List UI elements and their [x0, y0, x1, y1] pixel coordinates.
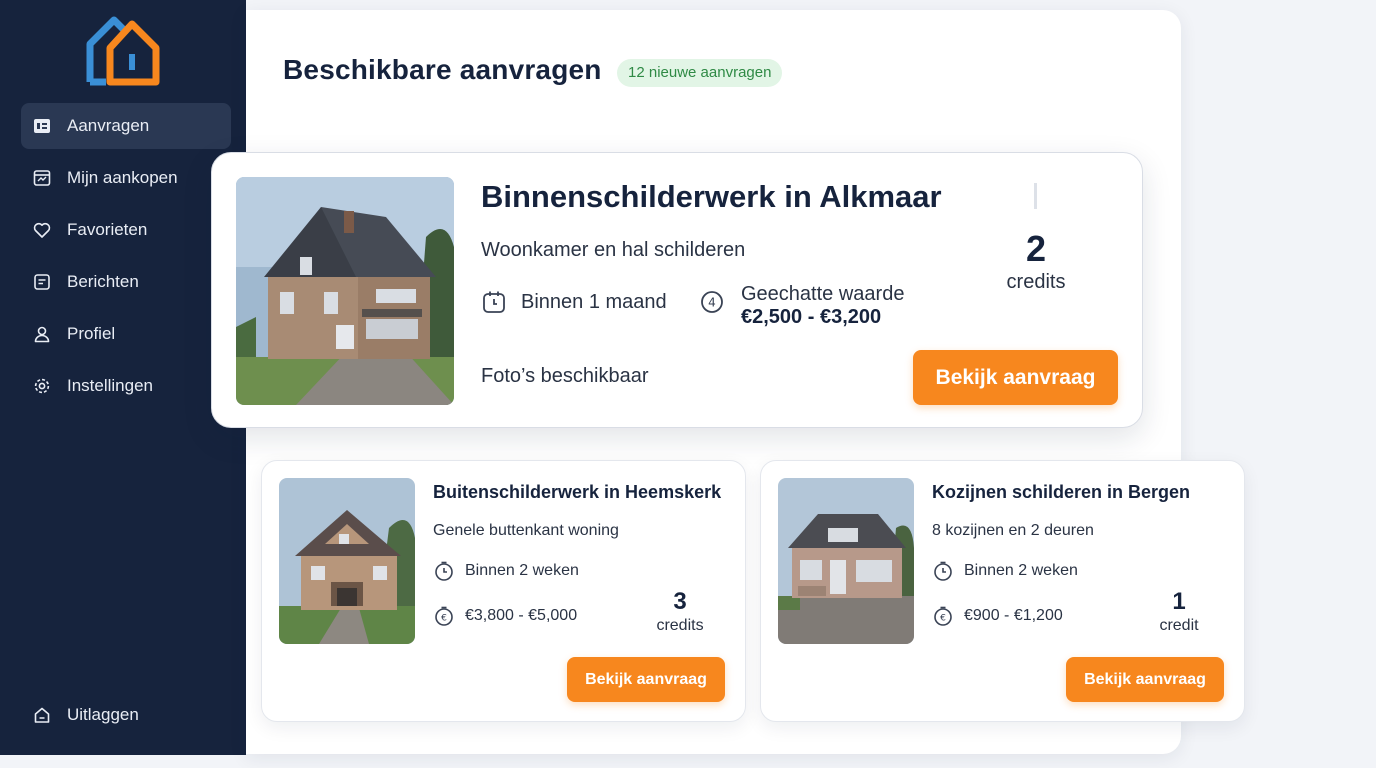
logout-button[interactable]: Uitlaggen: [21, 692, 231, 738]
card-timeframe: Binnen 2 weken: [932, 560, 1078, 582]
sidebar-item-aanvragen[interactable]: Aanvragen: [21, 103, 231, 149]
view-request-button[interactable]: Bekijk aanvraag: [1066, 657, 1224, 702]
credits-number: 2: [1025, 228, 1047, 269]
clock-icon: [433, 560, 455, 582]
new-requests-badge: 12 nieuwe aanvragen: [617, 59, 783, 87]
featured-subtitle: Woonkamer en hal schilderen: [481, 239, 746, 261]
sidebar-item-label: Profiel: [67, 324, 116, 343]
featured-timeframe-label: Binnen 1 maand: [521, 290, 667, 313]
sidebar-item-favorieten[interactable]: Favorieten: [21, 207, 231, 253]
featured-estimated-value: 4 Geechatte waarde €2,500 - €3,200: [699, 283, 904, 329]
sidebar-item-instellingen[interactable]: Instellingen: [21, 363, 231, 409]
card-title: Kozijnen schilderen in Bergen: [932, 482, 1191, 502]
house-photo: [236, 177, 454, 405]
credits-number: 3: [673, 588, 687, 615]
requests-icon: [33, 117, 51, 135]
calendar-clock-icon: [481, 289, 507, 315]
logout-section: Uitlaggen: [21, 692, 231, 744]
request-card-heemskerk[interactable]: Buitenschilderwerk in Heemskerk Genele b…: [261, 460, 746, 722]
card-subtitle: 8 kozijnen en 2 deuren: [932, 522, 1094, 539]
featured-value-text: Geechatte waarde €2,500 - €3,200: [741, 283, 904, 329]
featured-value-amount: €2,500 - €3,200: [741, 306, 882, 328]
card-timeframe-label: Binnen 2 weken: [964, 562, 1078, 579]
card-subtitle: Genele buttenkant woning: [433, 522, 619, 539]
app: Aanvragen Mijn aankopen Favorieten Beric…: [0, 0, 1376, 768]
sidebar-item-profiel[interactable]: Profiel: [21, 311, 231, 357]
featured-photos-note: Foto’s beschikbaar: [481, 365, 649, 387]
request-card-bergen[interactable]: Kozijnen schilderen in Bergen 8 kozijnen…: [760, 460, 1245, 722]
sidebar-item-label: Favorieten: [67, 220, 148, 239]
sidebar-item-mijn-aankopen[interactable]: Mijn aankopen: [21, 155, 231, 201]
featured-timeframe: Binnen 1 maand: [481, 289, 667, 315]
sidebar-nav: Aanvragen Mijn aankopen Favorieten Beric…: [21, 103, 231, 415]
svg-text:€: €: [441, 614, 447, 624]
clock-icon: [932, 560, 954, 582]
divider: [1034, 183, 1037, 209]
sidebar: Aanvragen Mijn aankopen Favorieten Beric…: [0, 0, 246, 755]
logout-icon: [33, 706, 51, 724]
coin-icon: 4: [699, 289, 725, 315]
user-icon: [33, 325, 51, 343]
card-credits: 1 credit: [1129, 587, 1229, 635]
view-request-button[interactable]: Bekijk aanvraag: [913, 350, 1118, 405]
sidebar-item-label: Berichten: [67, 272, 139, 291]
coin-icon: €: [932, 605, 954, 627]
featured-request-card[interactable]: Binnenschilderwerk in Alkmaar Woonkamer …: [211, 152, 1143, 428]
house-photo: [778, 478, 914, 644]
credits-number: 1: [1172, 588, 1186, 615]
credits-label: credits: [656, 617, 704, 634]
featured-title: Binnenschilderwerk in Alkmaar: [481, 179, 942, 214]
purchases-icon: [33, 169, 51, 187]
credits-label: credit: [1159, 617, 1199, 634]
sidebar-item-label: Mijn aankopen: [67, 168, 178, 187]
sidebar-item-label: Instellingen: [67, 376, 154, 395]
card-price: € €3,800 - €5,000: [433, 605, 577, 627]
card-price-label: €3,800 - €5,000: [465, 607, 578, 624]
svg-text:€: €: [940, 614, 946, 624]
house-logo-icon[interactable]: [84, 14, 162, 86]
message-icon: [33, 273, 51, 291]
card-price-label: €900 - €1,200: [964, 607, 1063, 624]
card-timeframe-label: Binnen 2 weken: [465, 562, 579, 579]
coin-icon: €: [433, 605, 455, 627]
heart-icon: [33, 221, 51, 239]
sidebar-item-berichten[interactable]: Berichten: [21, 259, 231, 305]
house-photo: [279, 478, 415, 644]
page-title: Beschikbare aanvragen: [283, 54, 602, 85]
featured-value-label: Geechatte waarde: [741, 283, 905, 305]
card-title: Buitenschilderwerk in Heemskerk: [433, 482, 722, 502]
gear-icon: [33, 377, 51, 395]
featured-credits: 2 credits: [986, 227, 1086, 294]
card-timeframe: Binnen 2 weken: [433, 560, 579, 582]
logout-label: Uitlaggen: [67, 705, 139, 724]
card-price: € €900 - €1,200: [932, 605, 1063, 627]
credits-label: credits: [1006, 271, 1066, 293]
sidebar-item-label: Aanvragen: [67, 116, 150, 135]
view-request-button[interactable]: Bekijk aanvraag: [567, 657, 725, 702]
card-credits: 3 credits: [630, 587, 730, 635]
svg-text:4: 4: [708, 296, 716, 310]
